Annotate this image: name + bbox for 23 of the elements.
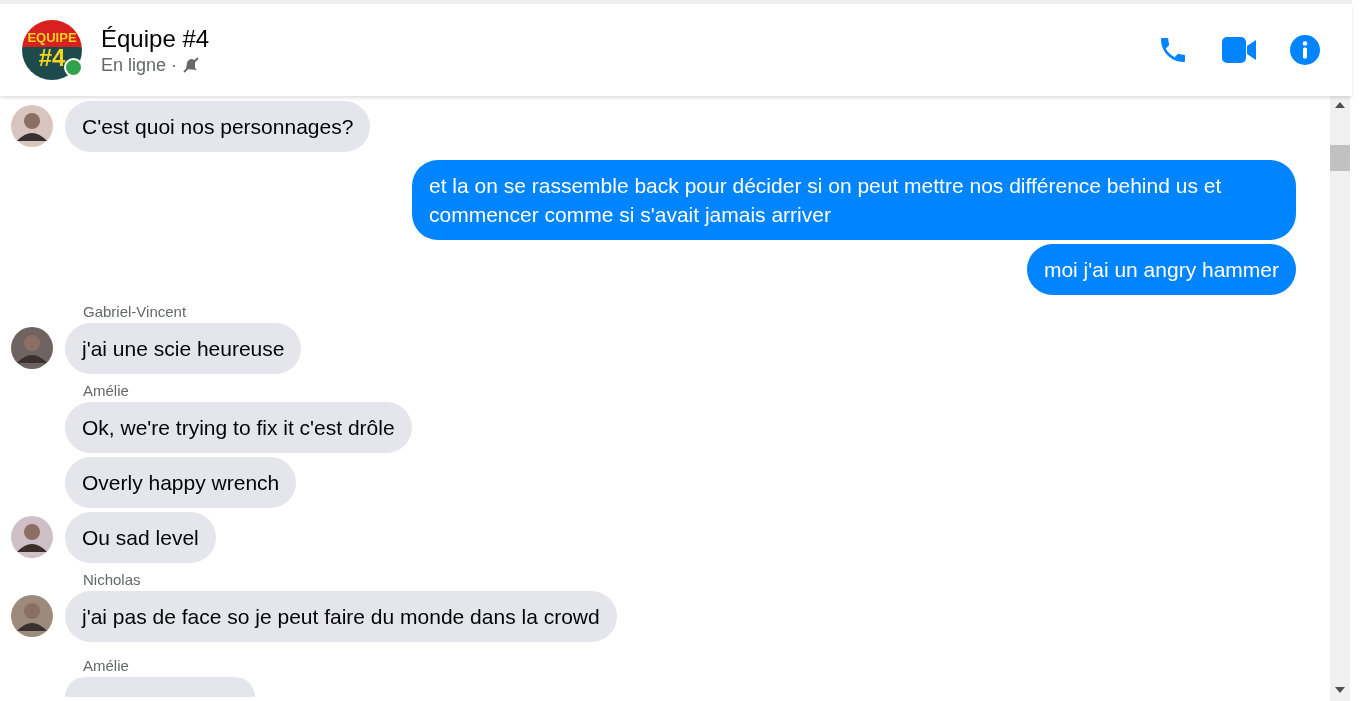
- info-button[interactable]: [1288, 33, 1322, 67]
- scrollbar[interactable]: [1330, 96, 1350, 701]
- received-message: Ou sad level: [65, 512, 216, 563]
- sender-name: Amélie: [83, 382, 129, 399]
- logo-text: EQUIPE: [27, 30, 77, 44]
- sent-message: moi j'ai un angry hammer: [1026, 244, 1296, 295]
- received-message: C'est quoi nos personnages?: [65, 101, 371, 152]
- received-message: j'ai pas de face so je peut faire du monde dans la crowd: [65, 591, 617, 642]
- received-message: Ok, we're trying to fix it c'est drôle: [65, 402, 412, 453]
- status-text: En ligne ·: [101, 54, 178, 76]
- scroll-down-icon[interactable]: [1335, 687, 1345, 693]
- scroll-thumb[interactable]: [1330, 145, 1350, 171]
- scroll-up-icon[interactable]: [1335, 102, 1345, 108]
- sender-name: Amélie: [83, 657, 129, 674]
- sender-name: Nicholas: [83, 571, 141, 588]
- logo-number: #4: [38, 45, 66, 70]
- received-message: j'ai une scie heureuse: [65, 323, 302, 374]
- video-camera-icon: [1222, 37, 1256, 63]
- received-message: Overly happy wrench: [65, 457, 297, 508]
- chat-title: Équipe #4: [101, 24, 211, 53]
- sender-name: Gabriel-Vincent: [83, 303, 187, 320]
- info-icon: [1290, 35, 1320, 65]
- sent-message: et la on se rassemble back pour décider si on peut mettre nos différence behind us et commencer comme si s'avait jamais arriver: [412, 160, 1296, 240]
